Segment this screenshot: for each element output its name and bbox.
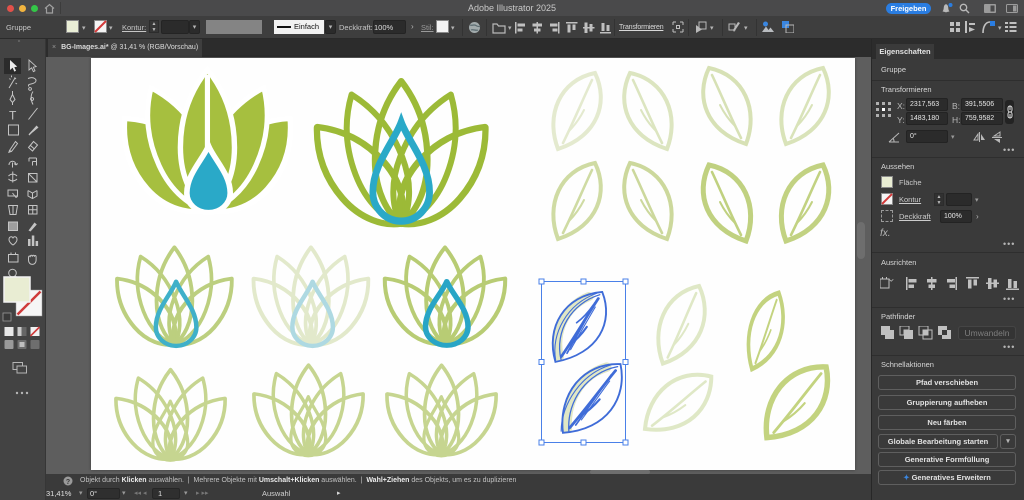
svg-text:?: ? — [66, 479, 70, 486]
svg-text:T: T — [9, 109, 17, 123]
